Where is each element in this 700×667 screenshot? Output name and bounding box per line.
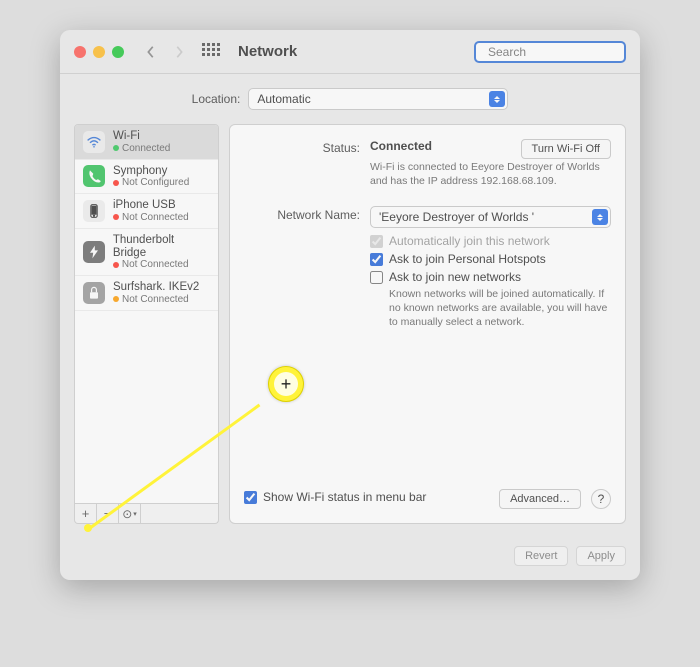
show-menubar-checkbox[interactable]: Show Wi-Fi status in menu bar xyxy=(244,490,426,504)
footer-buttons: Revert Apply xyxy=(60,538,640,580)
service-name: Wi-Fi xyxy=(113,130,170,143)
window-controls xyxy=(74,46,124,58)
location-value: Automatic xyxy=(257,92,310,106)
service-item-symphony[interactable]: Symphony Not Configured xyxy=(75,160,218,195)
service-name: Thunderbolt Bridge xyxy=(113,234,210,259)
network-name-label: Network Name: xyxy=(244,206,360,228)
services-sidebar: Wi-Fi Connected Symphony Not Configured xyxy=(74,124,219,524)
search-field[interactable] xyxy=(474,41,626,63)
revert-button[interactable]: Revert xyxy=(514,546,568,566)
auto-join-checkbox: Automatically join this network xyxy=(370,234,611,248)
location-label: Location: xyxy=(192,92,241,106)
location-popup[interactable]: Automatic xyxy=(248,88,508,110)
status-label: Status: xyxy=(244,139,360,188)
updown-icon xyxy=(592,209,608,225)
lock-icon xyxy=(83,282,105,304)
network-name-popup[interactable]: 'Eeyore Destroyer of Worlds ' xyxy=(370,206,611,228)
wifi-toggle-button[interactable]: Turn Wi-Fi Off xyxy=(521,139,611,159)
show-all-prefs-button[interactable] xyxy=(202,43,220,61)
service-name: Surfshark. IKEv2 xyxy=(113,281,199,294)
wifi-icon xyxy=(83,131,105,153)
location-row: Location: Automatic xyxy=(60,74,640,124)
phone-icon xyxy=(83,165,105,187)
minimize-window-button[interactable] xyxy=(93,46,105,58)
updown-icon xyxy=(489,91,505,107)
search-input[interactable] xyxy=(486,44,640,60)
ask-personal-hotspots-checkbox[interactable]: Ask to join Personal Hotspots xyxy=(370,252,611,266)
annotation-plus-callout: + xyxy=(268,366,304,402)
service-item-wifi[interactable]: Wi-Fi Connected xyxy=(75,125,218,160)
service-name: iPhone USB xyxy=(113,199,189,212)
service-item-vpn[interactable]: Surfshark. IKEv2 Not Connected xyxy=(75,276,218,311)
service-item-iphone-usb[interactable]: iPhone USB Not Connected xyxy=(75,194,218,229)
zoom-window-button[interactable] xyxy=(112,46,124,58)
advanced-button[interactable]: Advanced… xyxy=(499,489,581,509)
annotation-endpoint xyxy=(84,524,92,532)
network-preferences-window: Network Location: Automatic Wi-Fi xyxy=(60,30,640,580)
gear-icon: ⊙ xyxy=(122,507,132,521)
service-details: Status: Connected Turn Wi-Fi Off Wi-Fi i… xyxy=(229,124,626,524)
back-button[interactable] xyxy=(142,40,160,64)
service-actions-menu[interactable]: ⊙▾ xyxy=(119,504,141,523)
status-detail-text: Wi-Fi is connected to Eeyore Destroyer o… xyxy=(370,161,611,188)
plus-icon: + xyxy=(274,372,298,396)
apply-button[interactable]: Apply xyxy=(576,546,626,566)
ask-new-networks-checkbox[interactable]: Ask to join new networks xyxy=(370,270,611,284)
forward-button[interactable] xyxy=(170,40,188,64)
service-name: Symphony xyxy=(113,165,189,178)
iphone-icon xyxy=(83,200,105,222)
service-item-thunderbolt[interactable]: Thunderbolt Bridge Not Connected xyxy=(75,229,218,276)
ask-new-networks-description: Known networks will be joined automatica… xyxy=(389,288,611,329)
network-name-value: 'Eeyore Destroyer of Worlds ' xyxy=(379,210,534,224)
close-window-button[interactable] xyxy=(74,46,86,58)
toolbar: Network xyxy=(60,30,640,74)
status-value: Connected xyxy=(370,139,432,153)
thunderbolt-icon xyxy=(83,241,105,263)
help-button[interactable]: ? xyxy=(591,489,611,509)
add-service-button[interactable]: + xyxy=(75,504,97,523)
window-title: Network xyxy=(238,43,297,60)
